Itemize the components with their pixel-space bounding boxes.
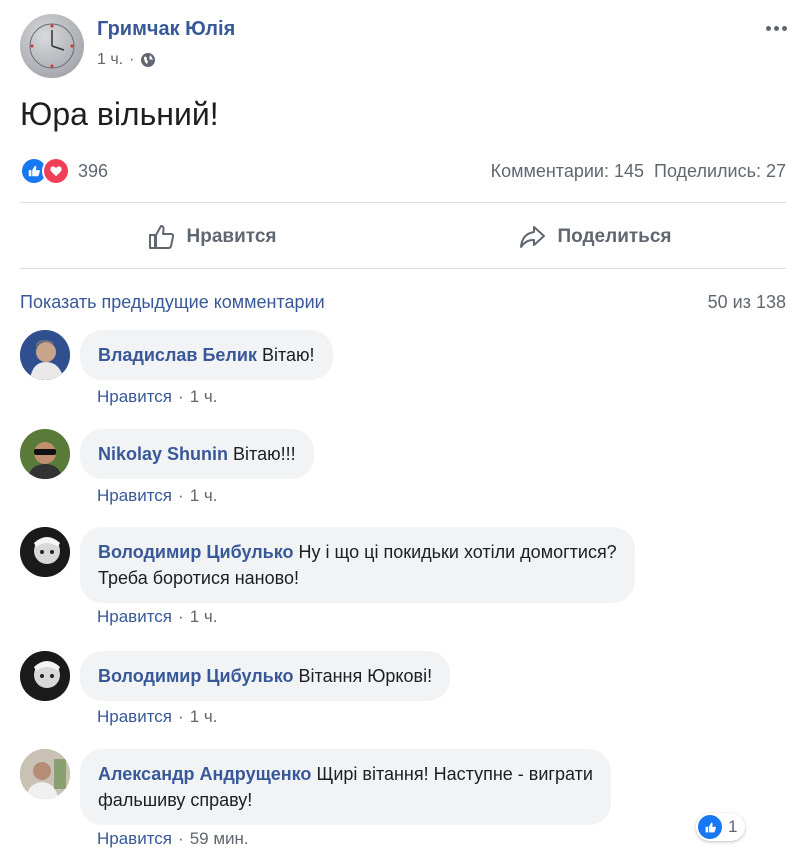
divider-top — [20, 202, 786, 203]
commenter-avatar[interactable] — [20, 527, 70, 577]
post-stats: 396 Комментарии: 145 Поделились: 27 — [20, 154, 786, 188]
more-options-icon[interactable] — [762, 20, 790, 36]
comment-author[interactable]: Nikolay Shunin — [98, 444, 228, 464]
comment-actions: Нравится · 1 ч. — [97, 607, 217, 627]
comment-separator: · — [178, 486, 184, 505]
comment-actions: Нравится · 1 ч. — [97, 387, 217, 407]
comment-bubble: Nikolay Shunin Вітаю!!! — [80, 429, 314, 479]
comment-reactions[interactable]: 1 — [696, 813, 746, 841]
comment-text: Щирі вітання! Наступне - виграти — [316, 764, 593, 784]
post-header: Гримчак Юлія 1 ч. · — [20, 14, 790, 80]
like-button[interactable]: Нравится — [20, 208, 403, 266]
comment-author[interactable]: Володимир Цибулько — [98, 666, 294, 686]
comment-text-line2: фальшиву справу! — [98, 790, 253, 810]
comment-separator: · — [178, 829, 184, 848]
comment-text: Вітаю!!! — [233, 444, 296, 464]
comment-separator: · — [178, 707, 184, 726]
share-arrow-icon — [520, 226, 546, 248]
thumbs-up-icon — [148, 225, 174, 249]
comment-like-link[interactable]: Нравится — [97, 707, 172, 727]
comment-reaction-count: 1 — [728, 817, 738, 836]
comment-separator: · — [178, 607, 184, 626]
comment-bubble: Александр Андрущенко Щирі вітання! Насту… — [80, 749, 611, 825]
reaction-icons[interactable] — [20, 157, 70, 185]
show-previous-comments-link[interactable]: Показать предыдущие комментарии — [20, 292, 325, 313]
commenter-avatar[interactable] — [20, 749, 70, 799]
divider-bottom — [20, 268, 786, 269]
comment-text: Вітання Юркові! — [298, 666, 433, 686]
comment-author[interactable]: Володимир Цибулько — [98, 542, 294, 562]
comment-like-link[interactable]: Нравится — [97, 387, 172, 407]
post-meta: 1 ч. · — [97, 51, 156, 69]
comment-text-line2: Треба боротися наново! — [98, 568, 299, 588]
meta-separator: · — [129, 51, 135, 68]
comment-time[interactable]: 59 мин. — [190, 829, 249, 849]
comment-actions: Нравится · 59 мин. — [97, 829, 249, 849]
like-button-label: Нравится — [186, 226, 277, 247]
comment-separator: · — [178, 387, 184, 406]
comment-bubble: Владислав Белик Вітаю! — [80, 330, 333, 380]
comment-bubble: Володимир Цибулько Ну і що ці покидьки х… — [80, 527, 635, 603]
comment-bubble: Володимир Цибулько Вітання Юркові! — [80, 651, 451, 701]
comment-text: Вітаю! — [261, 345, 315, 365]
commenter-avatar[interactable] — [20, 330, 70, 380]
commenter-avatar[interactable] — [20, 429, 70, 479]
share-button-label: Поделиться — [557, 226, 672, 247]
author-avatar[interactable] — [20, 14, 84, 78]
comment-like-link[interactable]: Нравится — [97, 486, 172, 506]
comment-actions: Нравится · 1 ч. — [97, 486, 217, 506]
post-time[interactable]: 1 ч. — [97, 51, 123, 69]
comment-text: Ну і що ці покидьки хотіли домогтися? — [298, 542, 617, 562]
shares-count[interactable]: Поделились: 27 — [654, 161, 786, 182]
comment-like-link[interactable]: Нравится — [97, 607, 172, 627]
comment-author[interactable]: Владислав Белик — [98, 345, 257, 365]
comment-time[interactable]: 1 ч. — [190, 607, 218, 627]
comment-author[interactable]: Александр Андрущенко — [98, 764, 311, 784]
love-reaction-icon — [42, 157, 70, 185]
post-actions: Нравится Поделиться — [20, 208, 786, 266]
comment-time[interactable]: 1 ч. — [190, 486, 218, 506]
commenter-avatar[interactable] — [20, 651, 70, 701]
clock-avatar-image — [29, 23, 75, 69]
comment-like-link[interactable]: Нравится — [97, 829, 172, 849]
post-text: Юра вільний! — [20, 96, 219, 132]
comments-page-count: 50 из 138 — [707, 292, 786, 312]
globe-icon — [140, 52, 156, 68]
post-author-name[interactable]: Гримчак Юлія — [97, 18, 235, 41]
comment-time[interactable]: 1 ч. — [190, 707, 218, 727]
comment-actions: Нравится · 1 ч. — [97, 707, 217, 727]
reaction-count[interactable]: 396 — [78, 161, 108, 182]
like-reaction-icon — [698, 815, 722, 839]
previous-comments-row: Показать предыдущие комментарии 50 из 13… — [20, 292, 786, 313]
share-button[interactable]: Поделиться — [403, 208, 786, 266]
comment-time[interactable]: 1 ч. — [190, 387, 218, 407]
comments-count[interactable]: Комментарии: 145 — [491, 161, 644, 182]
